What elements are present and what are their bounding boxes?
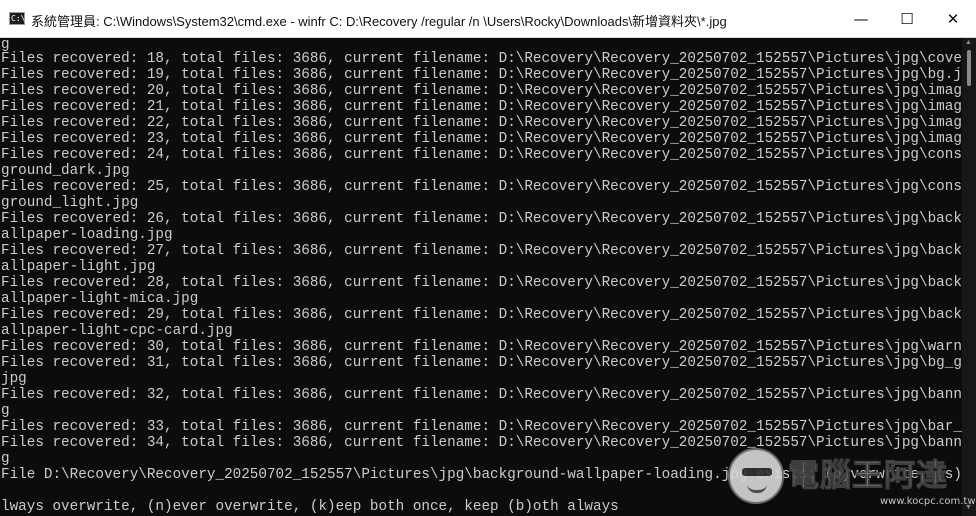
terminal-line: Files recovered: 23, total files: 3686, …	[1, 131, 962, 147]
terminal-line: ground_light.jpg	[1, 195, 139, 211]
terminal-line: Files recovered: 19, total files: 3686, …	[1, 67, 962, 83]
terminal-line: allpaper-light.jpg	[1, 259, 156, 275]
title-bar[interactable]: C:\ 系統管理員: C:\Windows\System32\cmd.exe -…	[0, 0, 976, 38]
close-button[interactable]: ✕	[930, 0, 976, 37]
terminal-line: g	[1, 403, 10, 419]
terminal-line: g	[1, 451, 10, 467]
watermark-url: www.kocpc.com.tw	[880, 496, 976, 507]
terminal-line: allpaper-light-cpc-card.jpg	[1, 323, 233, 339]
terminal-line: Files recovered: 20, total files: 3686, …	[1, 83, 962, 99]
terminal-line: Files recovered: 24, total files: 3686, …	[1, 147, 962, 163]
vertical-scrollbar[interactable]: ▲ ▼	[962, 38, 976, 516]
terminal-line: lways overwrite, (n)ever overwrite, (k)e…	[1, 499, 619, 515]
terminal-line: ground_dark.jpg	[1, 163, 130, 179]
terminal-line: allpaper-loading.jpg	[1, 227, 173, 243]
maximize-button[interactable]: ☐	[884, 0, 930, 37]
watermark: 電腦王阿達 www.kocpc.com.tw	[728, 446, 976, 512]
terminal-line: Files recovered: 27, total files: 3686, …	[1, 243, 962, 259]
terminal-line: Files recovered: 26, total files: 3686, …	[1, 211, 962, 227]
terminal-line: Files recovered: 21, total files: 3686, …	[1, 99, 962, 115]
terminal-line: Files recovered: 30, total files: 3686, …	[1, 339, 962, 355]
terminal-line: Files recovered: 22, total files: 3686, …	[1, 115, 962, 131]
terminal-line: jpg	[1, 371, 27, 387]
terminal-line: Files recovered: 31, total files: 3686, …	[1, 355, 962, 371]
terminal-line: Files recovered: 33, total files: 3686, …	[1, 419, 962, 435]
scroll-up-arrow-icon[interactable]: ▲	[965, 39, 972, 46]
watermark-brand: 電腦王阿達	[788, 458, 948, 495]
terminal-line: Files recovered: 25, total files: 3686, …	[1, 179, 962, 195]
terminal-line: allpaper-light-mica.jpg	[1, 291, 199, 307]
terminal-line: Files recovered: 18, total files: 3686, …	[1, 51, 962, 67]
scrollbar-thumb[interactable]	[967, 50, 971, 86]
minimize-button[interactable]: —	[838, 0, 884, 37]
terminal-output[interactable]: g Files recovered: 18, total files: 3686,…	[0, 38, 962, 516]
terminal-line: Files recovered: 29, total files: 3686, …	[1, 307, 962, 323]
terminal-line: Files recovered: 28, total files: 3686, …	[1, 275, 962, 291]
minimize-icon: —	[853, 9, 869, 28]
window-title: 系統管理員: C:\Windows\System32\cmd.exe - win…	[31, 14, 727, 29]
terminal-line: Files recovered: 32, total files: 3686, …	[1, 387, 962, 403]
mascot-logo-icon	[728, 448, 784, 504]
close-icon: ✕	[946, 9, 960, 28]
cmd-window: C:\ 系統管理員: C:\Windows\System32\cmd.exe -…	[0, 0, 976, 516]
cmd-app-icon[interactable]: C:\	[9, 12, 25, 25]
maximize-icon: ☐	[900, 9, 914, 28]
